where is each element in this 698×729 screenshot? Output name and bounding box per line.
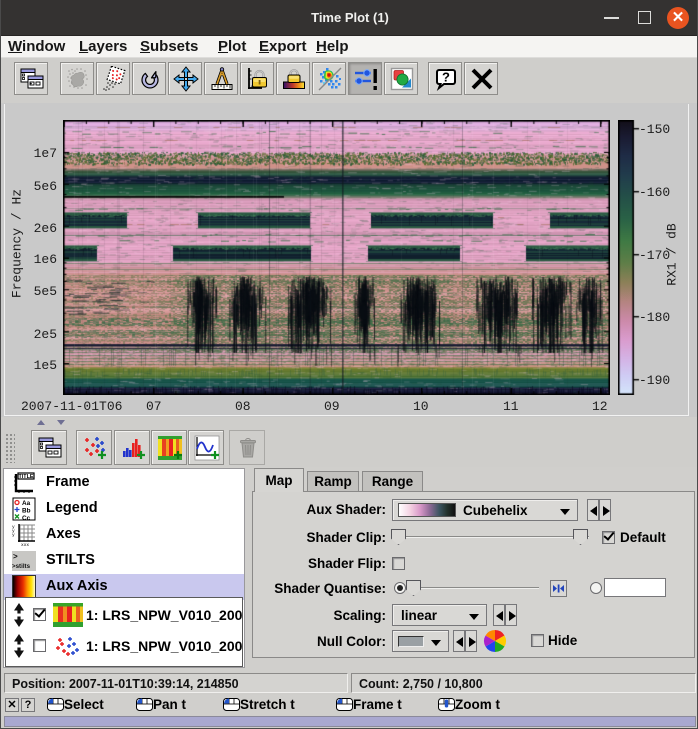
- svg-text:y: y: [12, 533, 15, 538]
- svg-text:?: ?: [442, 70, 450, 85]
- svg-text:>: >: [13, 552, 18, 561]
- svg-text:Cc: Cc: [22, 515, 31, 521]
- svg-text:xxx: xxx: [21, 543, 29, 547]
- svg-text:Aa: Aa: [22, 500, 31, 507]
- svg-text:Bb: Bb: [22, 508, 31, 515]
- svg-text:TITLE: TITLE: [19, 474, 34, 480]
- svg-text:>stilts: >stilts: [12, 563, 31, 570]
